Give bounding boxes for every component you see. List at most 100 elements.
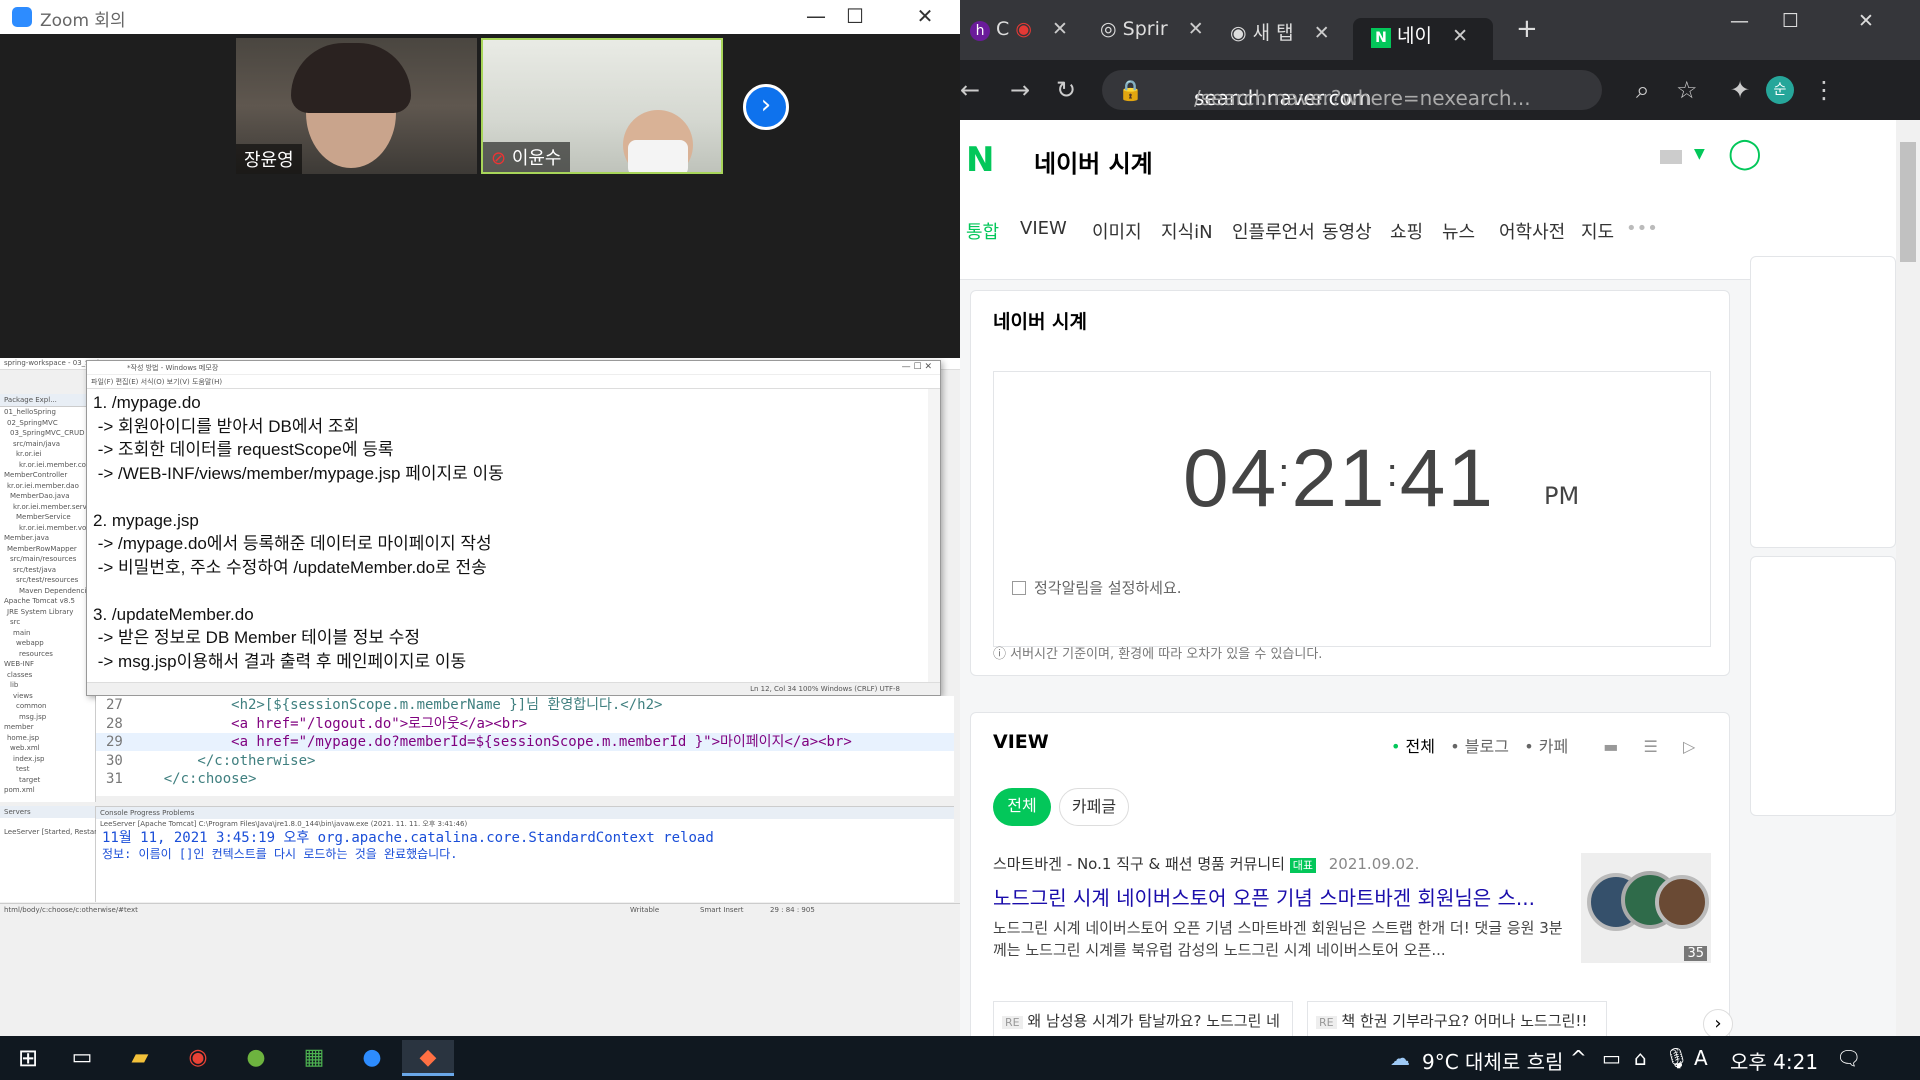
tree-item[interactable]: classes (0, 670, 95, 681)
scrollbar-thumb[interactable] (1900, 142, 1916, 262)
package-explorer-tab[interactable]: Package Expl... (0, 394, 95, 407)
tree-item[interactable]: test (0, 764, 95, 775)
network-icon[interactable]: ⌂ (1634, 1046, 1647, 1070)
filter-all[interactable]: • 전체 (1391, 737, 1435, 756)
video-view-icon[interactable]: ▷ (1683, 737, 1695, 756)
notepad-text-area[interactable]: 1. /mypage.do -> 회원아이디를 받아서 DB에서 조회 -> 조… (93, 391, 504, 673)
close-tab-icon[interactable]: ✕ (1052, 18, 1068, 40)
code-editor[interactable]: 27 <h2>[${sessionScope.m.memberName }]님 … (96, 696, 954, 796)
search-tab[interactable]: 어학사전 (1499, 218, 1565, 244)
filter-cafe[interactable]: • 카페 (1524, 737, 1568, 756)
tree-item[interactable]: kr.or.iei.member.vo (0, 523, 95, 534)
notification-icon[interactable]: 🗨 (1836, 1046, 1861, 1070)
tree-item[interactable]: common (0, 701, 95, 712)
tree-item[interactable]: MemberController (0, 470, 95, 481)
tree-item[interactable]: main (0, 628, 95, 639)
maximize-button[interactable]: ☐ (1782, 10, 1799, 52)
search-tab[interactable]: 뉴스 (1442, 218, 1475, 244)
browser-tab[interactable]: ◎ Sprir ✕ (1100, 18, 1204, 60)
notepad-scrollbar[interactable] (928, 389, 940, 685)
page-scrollbar[interactable] (1896, 120, 1920, 1036)
reload-icon[interactable]: ↻ (1056, 76, 1076, 104)
tree-item[interactable]: 01_helloSpring (0, 407, 95, 418)
tree-item[interactable]: MemberDao.java (0, 491, 95, 502)
extensions-icon[interactable]: ✦ (1730, 76, 1750, 104)
tree-item[interactable]: kr.or.iei.member.controller (0, 460, 111, 471)
eclipse-taskbar-icon[interactable]: ◆ (402, 1040, 454, 1076)
tree-item[interactable]: Member.java (0, 533, 95, 544)
chip-cafe[interactable]: 카페글 (1059, 788, 1129, 826)
weather-text[interactable]: 9°C 대체로 흐림 (1422, 1046, 1563, 1075)
tree-item[interactable]: MemberService (0, 512, 95, 523)
browser-tab[interactable]: h C ◉ ✕ (970, 18, 1068, 60)
tree-item[interactable]: kr.or.iei.member.service (0, 502, 97, 513)
tree-item[interactable]: target (0, 775, 95, 786)
participant-video-tile[interactable]: ⊘ 이윤수 (481, 38, 723, 174)
tree-item[interactable]: src/test/java (0, 565, 95, 576)
related-post[interactable]: RE 왜 남성용 시계가 탐날까요? 노드그린 네이버스토어 오픈 축하 축하 … (993, 1001, 1293, 1036)
tree-item[interactable]: msg.jsp (0, 712, 95, 723)
forward-icon[interactable]: → (1010, 76, 1030, 104)
close-tab-icon[interactable]: ✕ (1314, 22, 1330, 44)
task-view-icon[interactable]: ▭ (58, 1040, 106, 1076)
tree-item[interactable]: web.xml (0, 743, 95, 754)
search-tab[interactable]: 이미지 (1092, 218, 1142, 244)
notepad-window-controls[interactable]: — ☐ ✕ (902, 362, 932, 372)
post-source[interactable]: 스마트바겐 - No.1 직구 & 패션 명품 커뮤니티 대표 2021.09.… (993, 853, 1573, 874)
search-tab[interactable]: 동영상 (1322, 218, 1372, 244)
close-tab-icon[interactable]: ✕ (1188, 18, 1204, 40)
keyboard-icon[interactable] (1660, 150, 1682, 164)
search-tab[interactable]: 인플루언서 (1232, 218, 1315, 244)
app-icon[interactable]: ▦ (290, 1040, 338, 1076)
maximize-button[interactable]: ☐ (820, 0, 890, 34)
profile-avatar[interactable]: 순 (1766, 76, 1794, 104)
file-explorer-icon[interactable]: ▰ (116, 1040, 164, 1076)
url-input[interactable]: 🔒 search.naver.com/search.naver?where=ne… (1102, 70, 1602, 110)
tree-item[interactable]: WEB-INF (0, 659, 95, 670)
tree-item[interactable]: lib (0, 680, 95, 691)
tree-item[interactable]: 02_SpringMVC (0, 418, 95, 429)
tree-item[interactable]: kr.or.iei.member.dao (0, 481, 95, 492)
search-icon[interactable]: ◯ (1728, 136, 1762, 171)
notepad-menu[interactable]: 파일(F) 편집(E) 서식(O) 보기(V) 도움말(H) (91, 377, 222, 387)
tree-item[interactable]: resources (0, 649, 95, 660)
search-tab[interactable]: VIEW (1020, 218, 1067, 239)
windows-start-icon[interactable]: ⊞ (4, 1040, 52, 1076)
next-page-button[interactable]: › (743, 84, 789, 130)
tree-item[interactable]: JRE System Library (0, 607, 95, 618)
tree-item[interactable]: member (0, 722, 95, 733)
tree-item[interactable]: src/test/resources (0, 575, 95, 586)
zoom-icon[interactable]: ⌕ (1636, 76, 1649, 104)
search-tab[interactable]: 지도 (1581, 218, 1614, 244)
tree-item[interactable]: 03_SpringMVC_CRUD (0, 428, 95, 439)
bookmark-star-icon[interactable]: ☆ (1676, 76, 1698, 104)
close-tab-icon[interactable]: ✕ (1452, 25, 1468, 47)
minimize-button[interactable]: — (1730, 10, 1749, 52)
tree-item[interactable]: kr.or.iei (0, 449, 95, 460)
close-button[interactable]: ✕ (1858, 10, 1874, 52)
chip-all[interactable]: 전체 (993, 788, 1051, 826)
participant-video-tile[interactable]: 장윤영 (236, 38, 477, 174)
tree-item[interactable]: src/main/java (0, 439, 95, 450)
close-button[interactable]: ✕ (890, 0, 960, 34)
console-tabs[interactable]: Console Progress Problems (96, 807, 954, 819)
tree-item[interactable]: Apache Tomcat v8.5 (0, 596, 95, 607)
microphone-icon[interactable]: 🎙 (1664, 1046, 1689, 1070)
battery-icon[interactable]: ▭ (1602, 1046, 1621, 1070)
tree-item[interactable]: index.jsp (0, 754, 95, 765)
detail-view-icon[interactable]: ☰ (1644, 737, 1658, 756)
tree-item[interactable]: MemberRowMapper (0, 544, 95, 555)
tree-item[interactable]: src (0, 617, 95, 628)
hourly-alarm-checkbox[interactable]: 정각알림을 설정하세요. (1012, 577, 1182, 598)
menu-icon[interactable]: ⋮ (1812, 76, 1836, 104)
chevron-down-icon[interactable]: ▼ (1694, 146, 1705, 162)
notepad-menu-bar[interactable]: 파일(F) 편집(E) 서식(O) 보기(V) 도움말(H) (87, 375, 940, 389)
browser-tab-active[interactable]: N 네이 ✕ (1353, 18, 1493, 60)
checkbox-icon[interactable] (1012, 581, 1026, 595)
zoom-taskbar-icon[interactable]: ● (348, 1040, 396, 1076)
more-tabs-icon[interactable]: ••• (1626, 218, 1658, 239)
tree-item[interactable]: src/main/resources (0, 554, 95, 565)
filter-blog[interactable]: • 블로그 (1450, 737, 1509, 756)
related-post[interactable]: RE 책 한권 기부라구요? 어머나 노드그린!! 착한 기업은 응원함이 당연… (1307, 1001, 1607, 1036)
spring-tool-icon[interactable]: ● (232, 1040, 280, 1076)
